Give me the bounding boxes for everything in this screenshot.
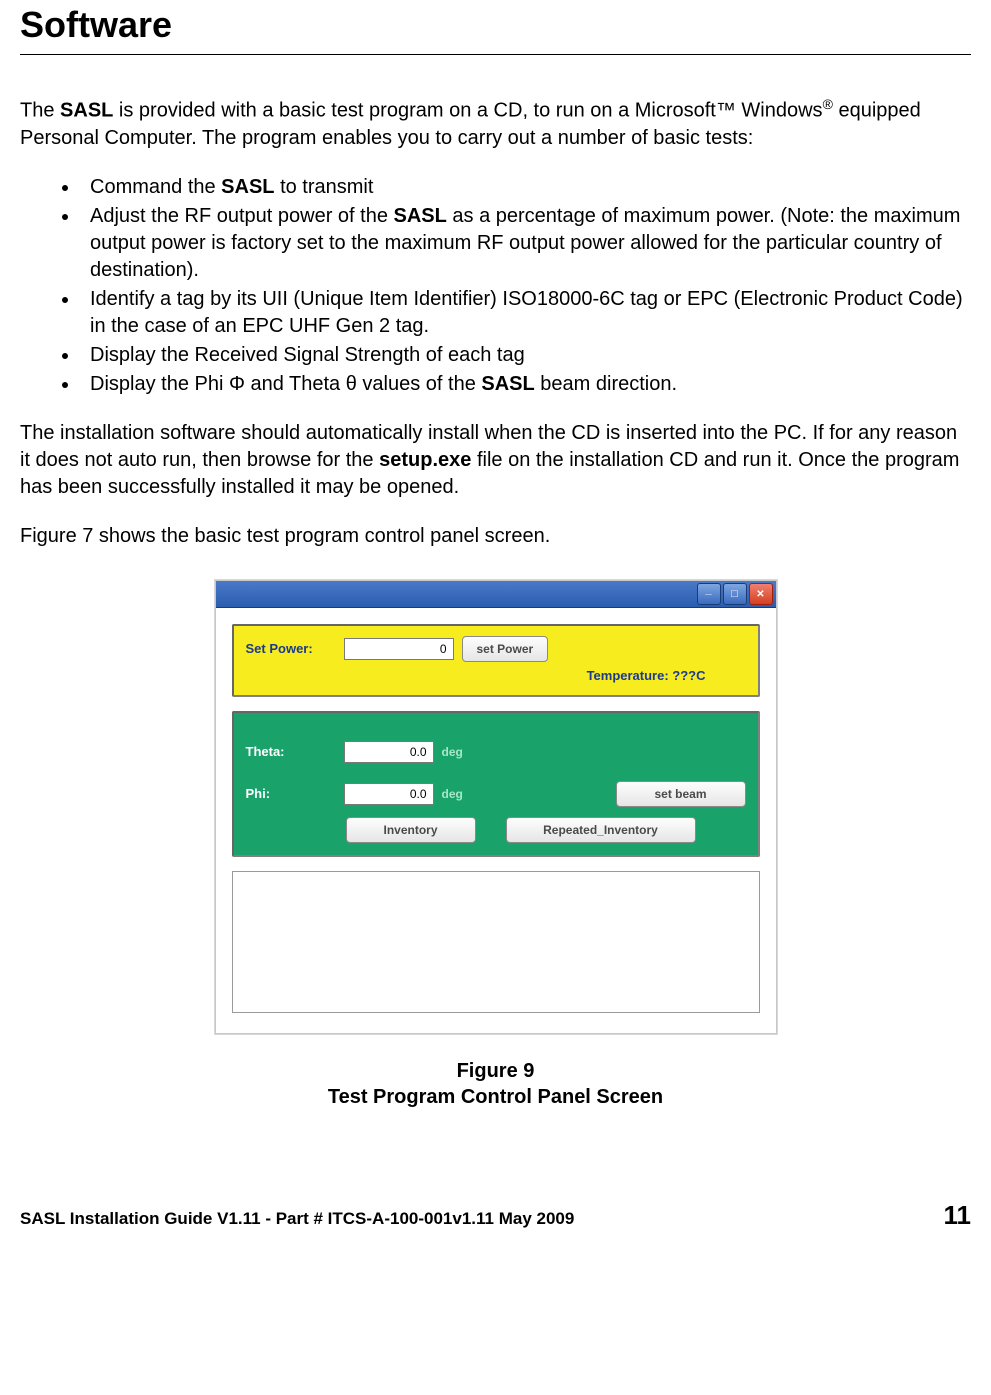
setup-filename: setup.exe (379, 449, 471, 471)
page-footer: SASL Installation Guide V1.11 - Part # I… (0, 1150, 991, 1241)
figure-caption: Figure 9 Test Program Control Panel Scre… (20, 1058, 971, 1110)
temperature-readout: Temperature: ???C (246, 668, 746, 683)
text: Command the (90, 176, 221, 198)
app-window: Set Power: set Power Temperature: ???C T… (215, 580, 777, 1034)
product-name: SASL (221, 176, 274, 198)
list-item: Adjust the RF output power of the SASL a… (80, 203, 971, 284)
feature-list: Command the SASL to transmit Adjust the … (20, 174, 971, 398)
caption-line1: Figure 9 (20, 1058, 971, 1084)
divider (20, 54, 971, 55)
theta-input[interactable] (344, 741, 434, 763)
text: The (20, 100, 60, 122)
close-icon (756, 588, 764, 600)
product-name: SASL (481, 373, 534, 395)
beam-panel: Theta: deg Phi: deg set beam Inventory (232, 711, 760, 857)
footer-left: SASL Installation Guide V1.11 - Part # I… (20, 1209, 574, 1229)
maximize-button[interactable] (723, 583, 747, 605)
theta-unit: deg (442, 745, 472, 759)
text: is provided with a basic test program on… (113, 100, 822, 122)
list-item: Display the Received Signal Strength of … (80, 342, 971, 369)
list-item: Display the Phi Φ and Theta θ values of … (80, 371, 971, 398)
set-beam-button[interactable]: set beam (616, 781, 746, 807)
phi-unit: deg (442, 787, 472, 801)
close-button[interactable] (749, 583, 773, 605)
inventory-button[interactable]: Inventory (346, 817, 476, 843)
phi-label: Phi: (246, 786, 336, 801)
maximize-icon (731, 588, 738, 600)
install-paragraph: The installation software should automat… (20, 420, 971, 501)
text: Display the Phi Φ and Theta θ values of … (90, 373, 481, 395)
product-name: SASL (394, 205, 447, 227)
minimize-button[interactable] (697, 583, 721, 605)
text: to transmit (275, 176, 374, 198)
list-item: Command the SASL to transmit (80, 174, 971, 201)
figure-reference: Figure 7 shows the basic test program co… (20, 523, 971, 550)
titlebar (216, 581, 776, 608)
caption-line2: Test Program Control Panel Screen (20, 1084, 971, 1110)
power-panel: Set Power: set Power Temperature: ???C (232, 624, 760, 697)
text: Adjust the RF output power of the (90, 205, 394, 227)
theta-label: Theta: (246, 744, 336, 759)
set-power-button[interactable]: set Power (462, 636, 549, 662)
page-number: 11 (944, 1200, 972, 1231)
output-panel (232, 871, 760, 1013)
text: beam direction. (535, 373, 677, 395)
section-title: Software (20, 0, 971, 46)
registered-mark: ® (823, 96, 833, 112)
intro-paragraph: The SASL is provided with a basic test p… (20, 95, 971, 152)
minimize-icon (705, 588, 711, 600)
product-name: SASL (60, 100, 113, 122)
set-power-input[interactable] (344, 638, 454, 660)
set-power-label: Set Power: (246, 641, 336, 656)
list-item: Identify a tag by its UII (Unique Item I… (80, 286, 971, 340)
phi-input[interactable] (344, 783, 434, 805)
repeated-inventory-button[interactable]: Repeated_Inventory (506, 817, 696, 843)
